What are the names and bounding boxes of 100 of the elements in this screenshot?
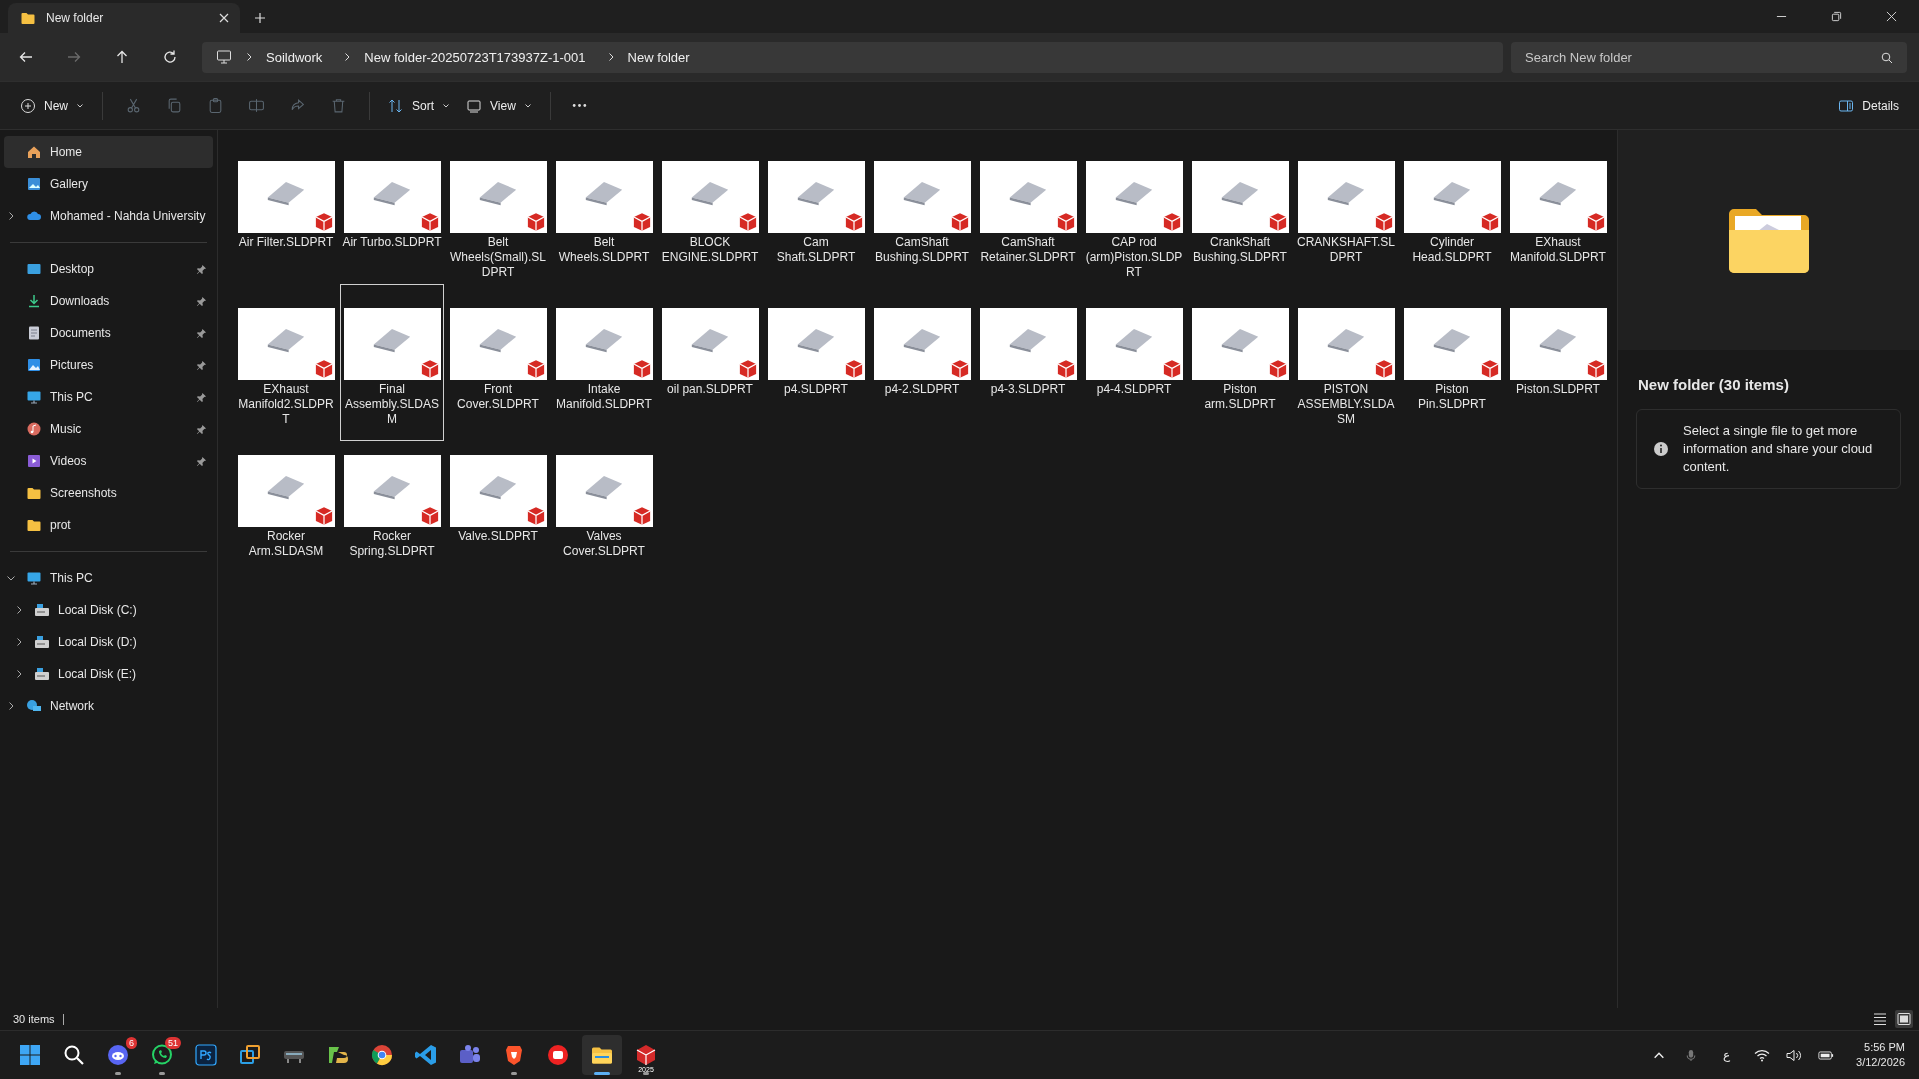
window-tab[interactable]: New folder — [8, 3, 240, 33]
file-type-badge-icon — [1373, 212, 1394, 232]
file-item[interactable]: Intake Manifold.SLDPRT — [552, 304, 656, 441]
monitor-icon — [216, 49, 232, 65]
file-item[interactable]: p4-2.SLDPRT — [870, 304, 974, 441]
chevron-right-icon[interactable] — [14, 605, 24, 615]
chevron-right-icon[interactable] — [6, 211, 16, 221]
sidebar-item[interactable]: Documents — [4, 317, 213, 349]
file-item[interactable]: Cam Shaft.SLDPRT — [764, 157, 868, 294]
file-item[interactable]: Piston.SLDPRT — [1506, 304, 1610, 441]
file-item[interactable]: Rocker Arm.SLDASM — [234, 451, 338, 588]
breadcrumb-item[interactable]: New folder — [627, 49, 690, 65]
sidebar-item[interactable]: Videos — [4, 445, 213, 477]
sidebar-item[interactable]: Pictures — [4, 349, 213, 381]
drive-icon — [34, 666, 50, 682]
file-item[interactable]: p4.SLDPRT — [764, 304, 868, 441]
file-item[interactable]: CamShaft Retainer.SLDPRT — [976, 157, 1080, 294]
file-name: Belt Wheels(Small).SLDPRT — [449, 235, 547, 280]
sidebar-item[interactable]: Downloads — [4, 285, 213, 317]
sidebar-item[interactable]: Local Disk (D:) — [4, 626, 213, 658]
speaker-icon[interactable] — [1786, 1048, 1803, 1062]
search-field[interactable]: Search New folder — [1511, 41, 1907, 73]
chevron-right-icon[interactable] — [14, 669, 24, 679]
sidebar-item[interactable]: Mohamed - Nahda University — [4, 200, 213, 232]
clock-date[interactable]: 3/12/2026 — [1856, 1055, 1905, 1070]
close-icon[interactable] — [218, 12, 230, 24]
taskbar-app[interactable]: 51 — [142, 1035, 182, 1075]
wifi-icon[interactable] — [1754, 1048, 1771, 1062]
sidebar-item[interactable]: Music — [4, 413, 213, 445]
monitor-icon — [26, 570, 42, 586]
running-indicator — [643, 1072, 649, 1075]
new-button[interactable]: New — [12, 91, 92, 120]
back-arrow-icon[interactable] — [18, 49, 34, 65]
file-name: CamShaft Bushing.SLDPRT — [874, 235, 970, 265]
taskbar-app[interactable] — [582, 1035, 622, 1075]
plus-circle-icon — [20, 97, 36, 114]
file-item[interactable]: CRANKSHAFT.SLDPRT — [1294, 157, 1398, 294]
chevron-right-icon[interactable] — [6, 701, 16, 711]
file-name: CRANKSHAFT.SLDPRT — [1296, 235, 1396, 265]
close-icon[interactable] — [1886, 11, 1897, 22]
tab-title: New folder — [46, 11, 105, 25]
file-type-badge-icon — [525, 359, 546, 379]
file-item[interactable]: Piston arm.SLDPRT — [1188, 304, 1292, 441]
file-item[interactable]: p4-3.SLDPRT — [976, 304, 1080, 441]
details-button[interactable]: Details — [1830, 91, 1907, 120]
file-item[interactable]: PISTON ASSEMBLY.SLDASM — [1294, 304, 1398, 441]
file-item[interactable]: CrankShaft Bushing.SLDPRT — [1188, 157, 1292, 294]
clock-time[interactable]: 5:56 PM — [1864, 1040, 1905, 1055]
sidebar-label: Desktop — [50, 262, 96, 276]
sort-button[interactable]: Sort — [380, 91, 459, 120]
file-item[interactable]: Valve.SLDPRT — [446, 451, 550, 588]
file-item[interactable]: Rocker Spring.SLDPRT — [340, 451, 444, 588]
file-item[interactable]: Cylinder Head.SLDPRT — [1400, 157, 1504, 294]
view-button[interactable]: View — [458, 91, 540, 120]
sidebar-item[interactable]: Screenshots — [4, 477, 213, 509]
file-item[interactable]: EXhaust Manifold2.SLDPRT — [234, 304, 338, 441]
file-item[interactable]: Belt Wheels(Small).SLDPRT — [446, 157, 550, 294]
file-item[interactable]: Belt Wheels.SLDPRT — [552, 157, 656, 294]
taskbar-app[interactable]: 6 — [98, 1035, 138, 1075]
breadcrumb-item[interactable]: New folder-20250723T173937Z-1-001 — [364, 49, 586, 65]
gallery-icon — [26, 176, 42, 192]
file-item[interactable]: Air Filter.SLDPRT — [234, 157, 338, 294]
sidebar-item[interactable]: Local Disk (E:) — [4, 658, 213, 690]
file-type-badge-icon — [843, 212, 864, 232]
sidebar-label: Local Disk (C:) — [58, 603, 138, 617]
sidebar-item[interactable]: This PC — [4, 562, 213, 594]
sidebar-item[interactable]: prot — [4, 509, 213, 541]
tile-view-icon[interactable] — [1895, 1010, 1913, 1028]
chevron-right-icon[interactable] — [14, 637, 24, 647]
file-item[interactable]: p4-4.SLDPRT — [1082, 304, 1186, 441]
breadcrumb-item[interactable]: Soildwork — [266, 49, 323, 65]
file-item[interactable]: CAP rod (arm)Piston.SLDPRT — [1082, 157, 1186, 294]
file-item[interactable]: CamShaft Bushing.SLDPRT — [870, 157, 974, 294]
address-bar[interactable]: Soildwork New folder-20250723T173937Z-1-001 New folder — [202, 41, 1503, 73]
details-title: New folder (30 items) — [1638, 376, 1790, 393]
battery-icon[interactable] — [1818, 1048, 1835, 1062]
sidebar-item[interactable]: Desktop — [4, 253, 213, 285]
new-tab-icon[interactable] — [254, 12, 266, 24]
sidebar-item[interactable]: Gallery — [4, 168, 213, 200]
file-item[interactable]: Front Cover.SLDPRT — [446, 304, 550, 441]
file-name: Cylinder Head.SLDPRT — [1411, 235, 1493, 265]
restore-icon[interactable] — [1831, 11, 1842, 22]
chevron-down-icon[interactable] — [6, 573, 16, 583]
sidebar-item[interactable]: Home — [4, 136, 213, 168]
file-item[interactable]: Final Assembly.SLDASM — [340, 284, 444, 441]
file-item[interactable]: oil pan.SLDPRT — [658, 304, 762, 441]
file-item[interactable]: EXhaust Manifold.SLDPRT — [1506, 157, 1610, 294]
input-language[interactable]: ع — [1723, 1048, 1731, 1062]
sidebar-item[interactable]: Network — [4, 690, 213, 722]
sidebar-item[interactable]: Local Disk (C:) — [4, 594, 213, 626]
up-arrow-icon[interactable] — [114, 49, 130, 65]
file-type-badge-icon — [1373, 359, 1394, 379]
chevron-right-icon[interactable] — [244, 52, 254, 62]
list-view-icon[interactable] — [1871, 1010, 1889, 1028]
file-name: Cam Shaft.SLDPRT — [775, 235, 857, 265]
file-item[interactable]: BLOCK ENGINE.SLDPRT — [658, 157, 762, 294]
sidebar-item[interactable]: This PC — [4, 381, 213, 413]
refresh-icon[interactable] — [162, 49, 178, 65]
file-item[interactable]: Valves Cover.SLDPRT — [552, 451, 656, 588]
file-item[interactable]: Piston Pin.SLDPRT — [1400, 304, 1504, 441]
